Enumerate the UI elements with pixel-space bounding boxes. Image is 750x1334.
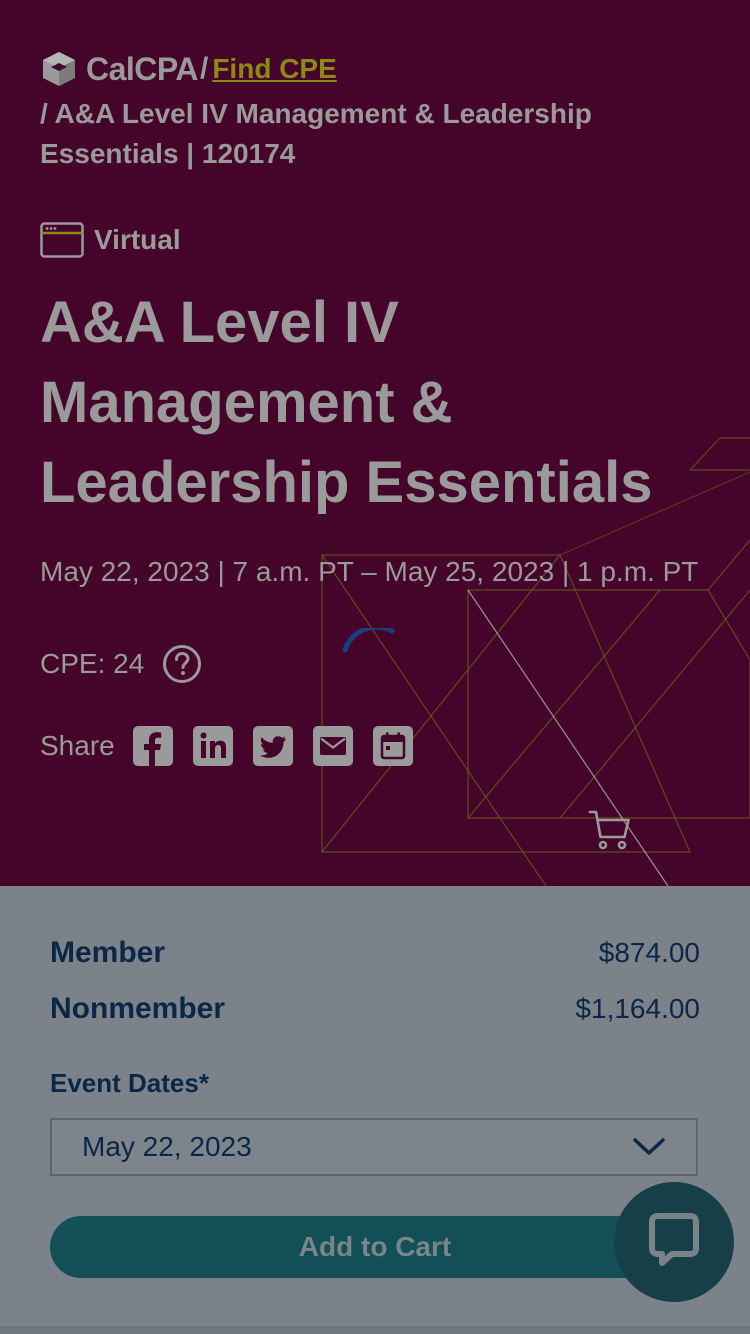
linkedin-icon xyxy=(200,732,226,758)
question-help-icon[interactable] xyxy=(162,644,202,684)
member-label: Member xyxy=(50,936,166,969)
event-date-select[interactable]: May 22, 2023 xyxy=(50,1118,698,1176)
logo-text[interactable]: CalCPA xyxy=(86,49,198,89)
member-price: $874.00 xyxy=(598,937,700,968)
chat-button[interactable] xyxy=(614,1182,734,1302)
breadcrumb-top-row: CalCPA / Find CPE xyxy=(40,46,720,92)
loading-spinner-icon xyxy=(342,628,395,653)
twitter-icon xyxy=(259,736,286,758)
chat-bubble-icon xyxy=(649,1213,699,1266)
bottom-edge xyxy=(0,1326,750,1334)
nonmember-price-row: Nonmember $1,164.00 xyxy=(50,992,700,1026)
add-to-cart-button[interactable]: Add to Cart xyxy=(50,1216,700,1278)
event-dates: May 22, 2023 | 7 a.m. PT – May 25, 2023 … xyxy=(40,556,699,587)
breadcrumb-current: / A&A Level IV Management & Leadership E… xyxy=(40,98,592,169)
cpe-credits: CPE: 24 xyxy=(40,648,145,679)
browser-window-icon xyxy=(40,222,84,258)
calendar-share-button[interactable] xyxy=(372,726,413,766)
twitter-share-button[interactable] xyxy=(252,726,293,766)
linkedin-share-button[interactable] xyxy=(192,726,233,766)
email-share-button[interactable] xyxy=(312,726,353,766)
event-dates-label: Event Dates* xyxy=(50,1068,209,1098)
calcpa-logo-icon[interactable] xyxy=(40,50,78,88)
breadcrumb-separator: / xyxy=(199,52,209,85)
share-label: Share xyxy=(40,730,115,761)
breadcrumb: CalCPA / Find CPE / A&A Level IV Managem… xyxy=(40,46,720,174)
facebook-share-button[interactable] xyxy=(132,726,173,766)
chevron-down-icon xyxy=(633,1138,665,1155)
nonmember-label: Nonmember xyxy=(50,992,226,1025)
cpe-info: CPE: 24 xyxy=(40,644,202,684)
email-icon xyxy=(319,737,346,755)
event-format: Virtual xyxy=(40,222,181,258)
member-price-row: Member $874.00 xyxy=(50,936,700,970)
share-bar: Share xyxy=(40,726,433,766)
facebook-icon xyxy=(143,732,161,766)
selected-date: May 22, 2023 xyxy=(82,1131,252,1162)
event-hero: CalCPA / Find CPE / A&A Level IV Managem… xyxy=(0,0,750,886)
shopping-cart-icon[interactable] xyxy=(588,808,632,852)
breadcrumb-link-find-cpe[interactable]: Find CPE xyxy=(212,49,336,89)
page-title: A&A Level IV Management & Leadership Ess… xyxy=(40,290,653,515)
calendar-icon xyxy=(380,732,405,760)
format-label: Virtual xyxy=(94,224,181,255)
nonmember-price: $1,164.00 xyxy=(575,993,700,1024)
